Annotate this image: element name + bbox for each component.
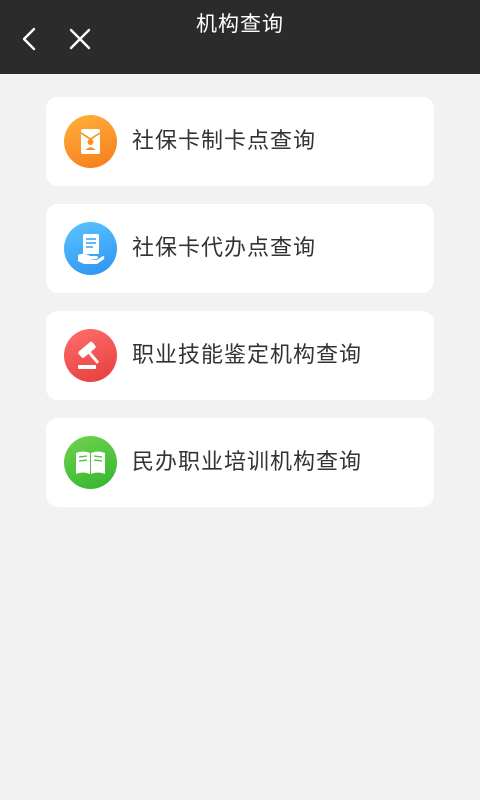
card-agency-point[interactable]: 社保卡代办点查询 xyxy=(46,204,434,293)
id-card-icon xyxy=(64,115,117,168)
open-book-icon xyxy=(64,436,117,489)
card-skill-appraisal-institution[interactable]: 职业技能鉴定机构查询 xyxy=(46,311,434,400)
institution-list: 社保卡制卡点查询 社保卡代办点查询 职业技能鉴定机构查询 民办职业培训机构查询 xyxy=(46,97,434,525)
gavel-icon xyxy=(64,329,117,382)
card-private-training-institution[interactable]: 民办职业培训机构查询 xyxy=(46,418,434,507)
page-title: 机构查询 xyxy=(196,12,284,36)
card-label: 社保卡制卡点查询 xyxy=(132,129,317,154)
card-card-production-point[interactable]: 社保卡制卡点查询 xyxy=(46,97,434,186)
card-label: 职业技能鉴定机构查询 xyxy=(132,343,363,368)
card-label: 民办职业培训机构查询 xyxy=(132,450,363,475)
top-bar: 机构查询 xyxy=(0,0,480,74)
document-hand-icon xyxy=(64,222,117,275)
card-label: 社保卡代办点查询 xyxy=(132,236,317,261)
